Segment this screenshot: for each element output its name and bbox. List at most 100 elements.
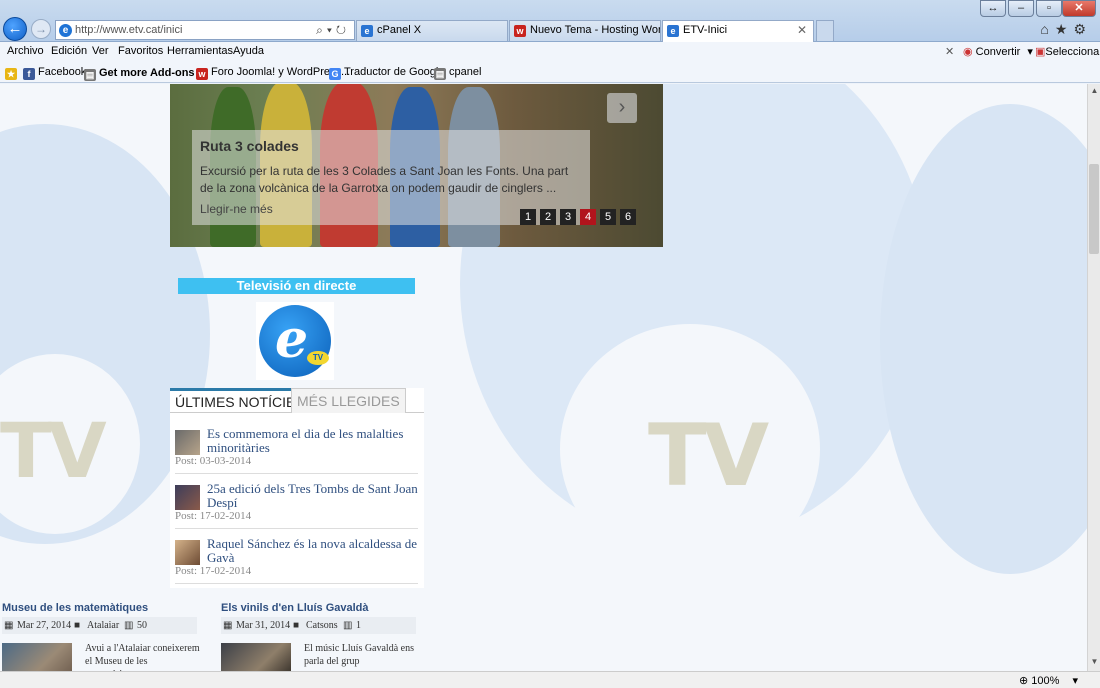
background-pattern — [880, 104, 1087, 574]
views-icon: ▥ — [343, 620, 353, 631]
convert-label: Convertir — [975, 46, 1021, 58]
folder-icon: ■ — [293, 620, 300, 631]
news-item[interactable]: Es commemora el dia de les malalties min… — [175, 419, 418, 474]
close-toolbar-icon[interactable]: ✕ — [945, 45, 954, 58]
tv-watermark: TV — [0, 406, 107, 495]
scroll-down-icon[interactable]: ▼ — [1089, 657, 1100, 669]
ie-page-icon: e — [59, 24, 72, 37]
news-date: Post: 17-02-2014 — [175, 565, 252, 577]
refresh-icon[interactable]: ↻ — [336, 23, 350, 37]
favorites-bar: ★ fFacebook ▤Get more Add-ons ▾ wForo Jo… — [0, 62, 1100, 83]
gear-icon[interactable]: ⚙ — [1073, 21, 1092, 37]
slide-page-6[interactable]: 6 — [620, 209, 636, 225]
vertical-scrollbar[interactable]: ▲ ▼ — [1087, 84, 1100, 671]
menu-ayuda[interactable]: Ayuda — [233, 45, 264, 57]
status-bar: ⊕ 100% ▾ — [0, 671, 1100, 688]
etv-logo[interactable]: e TV — [256, 302, 334, 380]
close-tab-icon[interactable]: ✕ — [797, 23, 807, 37]
post-date: Mar 27, 2014 — [17, 620, 72, 631]
close-window-button[interactable]: ✕ — [1062, 0, 1096, 17]
news-item[interactable]: 25a edició dels Tres Tombs de Sant Joan … — [175, 474, 418, 529]
tab-label: cPanel X — [377, 24, 422, 36]
chevron-down-icon: ▾ — [1072, 675, 1078, 687]
pdf-convert-icon: ◉ — [963, 46, 973, 58]
scroll-thumb[interactable] — [1089, 164, 1099, 254]
facebook-icon: f — [23, 68, 35, 80]
news-title[interactable]: 25a edició dels Tres Tombs de Sant Joan … — [207, 482, 419, 510]
post-meta: ▦ Mar 27, 2014 ■ Atalaiar ▥ 50 — [2, 617, 197, 634]
etv-e-glyph: e — [275, 309, 309, 370]
scroll-up-icon[interactable]: ▲ — [1089, 86, 1100, 98]
tab-label: ETV-Inici — [683, 24, 728, 36]
news-thumbnail[interactable] — [175, 485, 200, 510]
read-more-link[interactable]: Llegir-ne més — [200, 202, 273, 216]
address-url[interactable]: http://www.etv.cat/inici — [75, 24, 182, 36]
post-category[interactable]: Catsons — [306, 617, 338, 634]
slide-title[interactable]: Ruta 3 colades — [200, 138, 299, 154]
post-image[interactable] — [2, 643, 72, 671]
zoom-level: 100% — [1031, 675, 1060, 687]
restore-arrows-button[interactable]: ↔ — [980, 0, 1006, 17]
select-button[interactable]: ▣Seleccionar — [1035, 45, 1100, 58]
folder-icon: ■ — [74, 620, 81, 631]
fav-traductor[interactable]: G Traductor de Google — [329, 66, 444, 80]
home-icon[interactable]: ⌂ — [1040, 21, 1054, 37]
minimize-button[interactable]: – — [1008, 0, 1034, 17]
fav-foro-joomla[interactable]: w Foro Joomla! y WordPress... — [196, 66, 350, 80]
tab-most-read[interactable]: MÉS LLEGIDES — [291, 388, 406, 413]
tab-latest-news[interactable]: ÚLTIMES NOTÍCIES — [170, 388, 310, 413]
menu-herramientas[interactable]: Herramientas — [167, 45, 233, 57]
zoom-icon: ⊕ — [1018, 675, 1029, 687]
convert-button[interactable]: ◉ Convertir ▾ — [963, 45, 1033, 58]
news-thumbnail[interactable] — [175, 540, 200, 565]
zoom-control[interactable]: ⊕ 100% ▾ — [1019, 674, 1078, 687]
news-title[interactable]: Raquel Sánchez és la nova alcaldessa de … — [207, 537, 419, 565]
webempresa-icon: w — [196, 68, 208, 80]
post-title[interactable]: Museu de les matemàtiques — [2, 602, 148, 614]
menu-favoritos[interactable]: Favoritos — [118, 45, 163, 57]
news-date: Post: 03-03-2014 — [175, 455, 252, 467]
fav-get-addons[interactable]: ▤Get more Add-ons ▾ — [84, 66, 203, 81]
menu-ver[interactable]: Ver — [92, 45, 109, 57]
post-title[interactable]: Els vinils d'en Lluís Gavaldà — [221, 602, 369, 614]
tab-hosting-wordpress[interactable]: w Nuevo Tema - Hosting WordP... — [509, 20, 661, 41]
dropdown-icon[interactable]: ▾ — [327, 23, 336, 37]
news-title[interactable]: Es commemora el dia de les malalties min… — [207, 427, 419, 455]
maximize-button[interactable]: ▫ — [1036, 0, 1062, 17]
slide-page-5[interactable]: 5 — [600, 209, 616, 225]
image-slider[interactable]: Ruta 3 colades Excursió per la ruta de l… — [170, 84, 663, 247]
ie-tab-icon: e — [361, 25, 373, 37]
slide-page-3[interactable]: 3 — [560, 209, 576, 225]
slide-description: Excursió per la ruta de les 3 Colades a … — [200, 164, 569, 195]
address-bar[interactable]: e http://www.etv.cat/inici ⌕▾↻ — [55, 20, 355, 40]
menu-edicion[interactable]: Edición — [51, 45, 87, 57]
select-label: Seleccionar — [1045, 46, 1100, 58]
tab-etv-inici[interactable]: e ETV-Inici ✕ — [662, 20, 814, 42]
search-icon[interactable]: ⌕ — [316, 23, 327, 37]
next-slide-button[interactable]: › — [607, 93, 637, 123]
post-category[interactable]: Atalaiar — [87, 617, 119, 634]
live-tv-header[interactable]: Televisió en directe — [178, 278, 415, 294]
post-image[interactable] — [221, 643, 291, 671]
slide-page-4[interactable]: 4 — [580, 209, 596, 225]
fav-cpanel[interactable]: ▤ cpanel — [434, 66, 481, 80]
back-button[interactable]: ← — [3, 17, 27, 41]
favorites-star-icon[interactable]: ★ — [1055, 21, 1074, 37]
slide-page-2[interactable]: 2 — [540, 209, 556, 225]
new-tab-button[interactable] — [816, 20, 834, 41]
calendar-icon: ▦ — [223, 620, 233, 631]
menu-bar: Archivo Edición Ver Favoritos Herramient… — [0, 42, 1100, 62]
slide-page-1[interactable]: 1 — [520, 209, 536, 225]
forward-button[interactable]: → — [31, 19, 51, 39]
views-icon: ▥ — [124, 620, 134, 631]
chevron-right-icon: › — [618, 96, 626, 118]
tab-cpanel[interactable]: e cPanel X — [356, 20, 508, 41]
add-favorite-icon[interactable]: ★ — [5, 66, 20, 80]
browser-titlebar: ← → e http://www.etv.cat/inici ⌕▾↻ e cPa… — [0, 0, 1100, 42]
menu-archivo[interactable]: Archivo — [7, 45, 44, 57]
news-item[interactable]: Raquel Sánchez és la nova alcaldessa de … — [175, 529, 418, 584]
fav-facebook[interactable]: f Facebook — [23, 66, 86, 80]
chevron-down-icon: ▾ — [1027, 46, 1033, 58]
news-thumbnail[interactable] — [175, 430, 200, 455]
select-icon: ▣ — [1035, 46, 1046, 58]
